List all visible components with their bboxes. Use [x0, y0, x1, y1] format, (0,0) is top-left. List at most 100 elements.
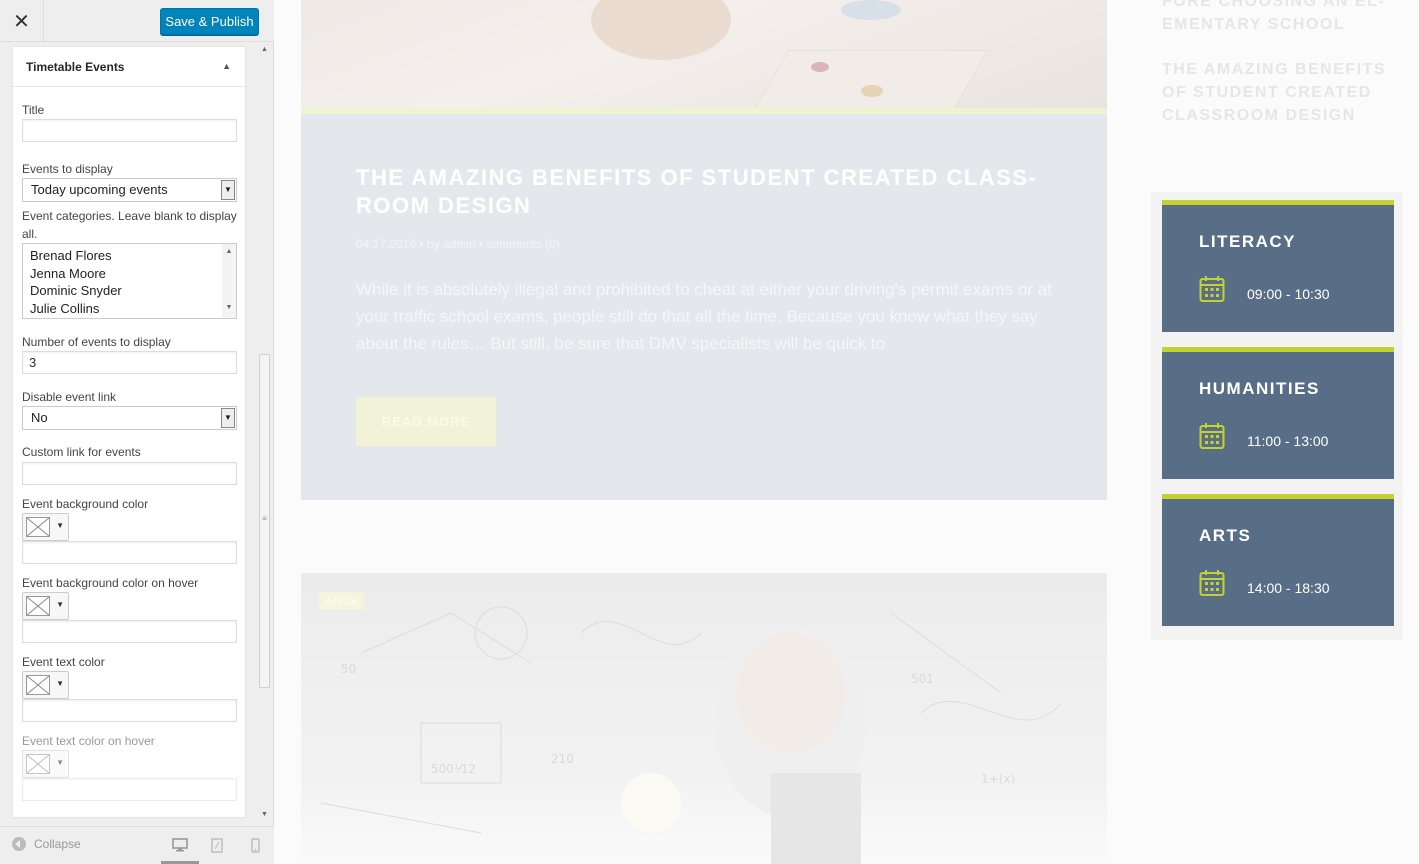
custom-link-input[interactable]: [22, 462, 237, 485]
text-hover-group: Event text color on hover ▼: [22, 732, 237, 801]
widget-header[interactable]: Timetable Events ▲: [13, 47, 245, 87]
widget-title: Timetable Events: [26, 60, 125, 74]
post-card: THE AMAZING BENEFITS OF STUDENT CREATED …: [301, 114, 1107, 500]
category-option[interactable]: Dominic Snyder: [30, 282, 236, 300]
color-swatch: [26, 754, 50, 774]
category-option[interactable]: Brenad Flores: [30, 247, 236, 265]
collapse-icon: [12, 837, 26, 851]
post-excerpt: While it is absolutely illegal and prohi…: [356, 280, 1052, 353]
event-time: 11:00 - 13:00: [1247, 433, 1329, 449]
disable-link-value: No: [31, 410, 48, 425]
title-input[interactable]: [22, 119, 237, 142]
text-hover-input[interactable]: [22, 778, 237, 801]
events-to-display-label: Events to display: [22, 162, 113, 176]
svg-text:50: 50: [341, 662, 356, 676]
close-icon[interactable]: ✕: [0, 0, 44, 42]
disable-link-select[interactable]: No ▼: [22, 406, 237, 430]
title-field-group: Title: [22, 101, 237, 142]
scrollbar-thumb[interactable]: ≡: [259, 354, 270, 688]
scroll-down-icon[interactable]: ▼: [261, 811, 268, 818]
timetable-widget: Timetable Events ▲ Title Events to displ…: [12, 46, 246, 818]
event-name: ARTS: [1199, 526, 1252, 545]
bg-color-input[interactable]: [22, 541, 237, 564]
text-hover-label: Event text color on hover: [22, 734, 155, 748]
app: ✕ Save & Publish Timetable Events ▲ Titl…: [0, 0, 1419, 864]
bg-hover-group: Event background color on hover ▼: [22, 574, 237, 643]
chevron-down-icon[interactable]: ▼: [221, 180, 235, 200]
custom-link-label: Custom link for events: [22, 445, 141, 459]
number-of-events-label: Number of events to display: [22, 335, 171, 349]
triangle-up-icon[interactable]: ▲: [222, 61, 231, 71]
text-color-input[interactable]: [22, 699, 237, 722]
customizer-sidebar: ✕ Save & Publish Timetable Events ▲ Titl…: [0, 0, 274, 864]
bg-color-group: Event background color ▼: [22, 495, 237, 564]
events-to-display-value: Today upcoming events: [31, 182, 168, 197]
bg-color-picker[interactable]: ▼: [22, 513, 69, 541]
recent-post-link[interactable]: THE AMAZING BENEFITS OF STUDENT CREATED …: [1162, 58, 1392, 127]
timetable-events-widget: LITERACY 09:00 - 10:30 HUMANITIES 11:00 …: [1151, 192, 1403, 640]
customizer-footer: Collapse: [0, 826, 274, 864]
bg-hover-color-picker[interactable]: ▼: [22, 592, 69, 620]
svg-text:500⅟12: 500⅟12: [431, 762, 476, 776]
mobile-icon[interactable]: [246, 836, 264, 854]
chevron-down-icon: ▼: [56, 521, 64, 530]
title-label: Title: [22, 103, 45, 117]
calendar-icon: [1199, 276, 1225, 302]
calendar-icon: [1199, 570, 1225, 596]
sidebar-scrollbar[interactable]: ▲ ≡ ▼: [258, 46, 271, 818]
chevron-down-icon: ▼: [56, 679, 64, 688]
category-option[interactable]: Julie Collins: [30, 300, 236, 318]
category-badge[interactable]: Article: [319, 592, 365, 610]
site-preview: THE AMAZING BENEFITS OF STUDENT CREATED …: [274, 0, 1419, 864]
post-title[interactable]: THE AMAZING BENEFITS OF STUDENT CREATED …: [356, 164, 1056, 220]
save-publish-button[interactable]: Save & Publish: [160, 8, 259, 35]
collapse-button[interactable]: Collapse: [12, 837, 81, 851]
categories-label: Event categories. Leave blank to display…: [22, 209, 237, 241]
color-swatch: [26, 517, 50, 537]
color-swatch: [26, 596, 50, 616]
recent-post-link[interactable]: FORE CHOOSING AN EL-EMENTARY SCHOOL: [1162, 0, 1392, 36]
text-color-picker[interactable]: ▼: [22, 671, 69, 699]
event-time: 14:00 - 18:30: [1247, 580, 1330, 596]
color-swatch: [26, 675, 50, 695]
event-name: LITERACY: [1199, 232, 1296, 251]
bg-hover-input[interactable]: [22, 620, 237, 643]
chevron-down-icon[interactable]: ▼: [221, 408, 235, 428]
widget-body: Title Events to display Today upcoming e…: [13, 101, 245, 801]
customizer-header: ✕ Save & Publish: [0, 0, 274, 42]
read-more-button[interactable]: READ MORE: [356, 397, 496, 446]
desktop-icon[interactable]: [171, 836, 189, 854]
number-of-events-input[interactable]: [22, 351, 237, 374]
multiselect-scrollbar[interactable]: ▲ ▼: [222, 244, 236, 318]
number-of-events-group: Number of events to display: [22, 333, 237, 374]
bg-color-label: Event background color: [22, 497, 149, 511]
post-meta: 04.17.2016 • by admin • comments (0): [356, 237, 560, 251]
event-card-humanities[interactable]: HUMANITIES 11:00 - 13:00: [1162, 347, 1394, 479]
disable-link-label: Disable event link: [22, 390, 117, 404]
category-option[interactable]: Jenna Moore: [30, 265, 236, 283]
svg-text:501: 501: [911, 672, 934, 686]
event-card-arts[interactable]: ARTS 14:00 - 18:30: [1162, 494, 1394, 626]
svg-text:210: 210: [551, 752, 574, 766]
custom-link-group: Custom link for events: [22, 443, 237, 485]
tablet-icon[interactable]: [208, 836, 226, 854]
text-color-label: Event text color: [22, 655, 105, 669]
post-image[interactable]: [301, 0, 1107, 110]
scroll-down-icon[interactable]: ▼: [222, 304, 236, 311]
event-name: HUMANITIES: [1199, 379, 1320, 398]
text-hover-color-picker[interactable]: ▼: [22, 750, 69, 778]
scroll-up-icon[interactable]: ▲: [222, 248, 236, 255]
collapse-label: Collapse: [34, 837, 81, 851]
categories-group: Event categories. Leave blank to display…: [22, 207, 237, 319]
scroll-up-icon[interactable]: ▲: [261, 46, 268, 53]
chalkboard-illustration: 50 500⅟12 210 501 1+(x): [320, 606, 1062, 864]
disable-link-group: Disable event link No ▼: [22, 388, 237, 430]
text-color-group: Event text color ▼: [22, 653, 237, 722]
post2-image[interactable]: 50 500⅟12 210 501 1+(x) Article: [301, 573, 1107, 864]
events-to-display-group: Events to display Today upcoming events …: [22, 160, 237, 202]
event-card-literacy[interactable]: LITERACY 09:00 - 10:30: [1162, 200, 1394, 332]
categories-multiselect[interactable]: Brenad Flores Jenna Moore Dominic Snyder…: [22, 243, 237, 319]
chevron-down-icon: ▼: [56, 758, 64, 767]
events-to-display-select[interactable]: Today upcoming events ▼: [22, 178, 237, 202]
event-time: 09:00 - 10:30: [1247, 286, 1330, 302]
